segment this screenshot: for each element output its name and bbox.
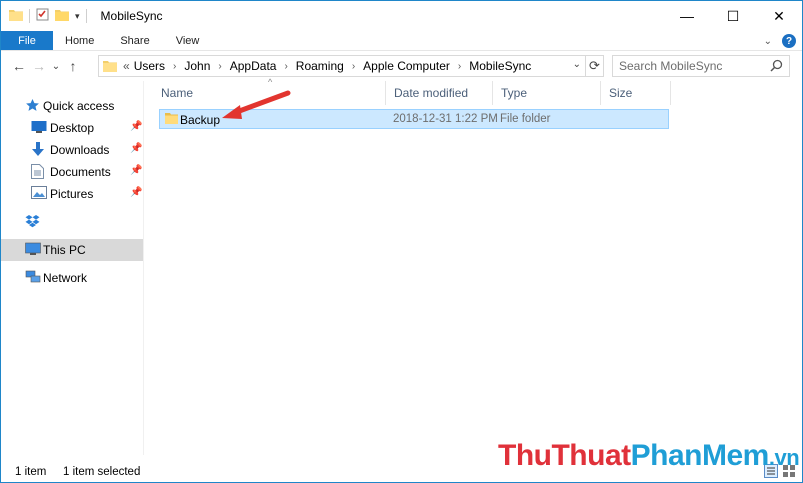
minimize-button[interactable]: —	[664, 1, 710, 31]
recent-locations-button[interactable]: ⌄	[49, 54, 63, 78]
watermark-part: Thu	[498, 439, 552, 472]
pin-icon[interactable]: 📌	[130, 165, 142, 176]
sidebar-item-label: Documents	[50, 165, 111, 179]
sidebar-item-label: This PC	[43, 243, 86, 257]
back-button[interactable]: ←	[9, 54, 29, 78]
pin-icon[interactable]: 📌	[130, 187, 142, 198]
search-box[interactable]	[612, 55, 790, 77]
quick-access-toolbar: ▾	[9, 1, 93, 31]
watermark-part: PhanMem	[630, 439, 770, 472]
window-controls: — ☐ ✕	[664, 1, 802, 31]
close-button[interactable]: ✕	[756, 1, 802, 31]
breadcrumb-appdata[interactable]: AppData	[228, 59, 279, 73]
help-icon[interactable]: ?	[782, 34, 796, 48]
navigation-pane: Quick access Desktop 📌 Downloads 📌 Docum…	[1, 89, 143, 455]
tab-view[interactable]: View	[163, 31, 213, 50]
tab-file[interactable]: File	[1, 31, 53, 50]
toolbar-separator	[29, 9, 30, 23]
chevron-right-icon[interactable]: ›	[278, 61, 293, 72]
breadcrumb-users[interactable]: Users	[132, 59, 167, 73]
sidebar-item-label: Network	[43, 271, 88, 285]
pin-icon[interactable]: 📌	[130, 121, 142, 132]
dropbox-icon	[25, 214, 41, 230]
window-title: MobileSync	[100, 9, 163, 23]
breadcrumb-roaming[interactable]: Roaming	[294, 59, 346, 73]
forward-button[interactable]: →	[29, 54, 49, 78]
customize-toolbar-icon[interactable]: ▾	[75, 11, 80, 22]
folder-icon	[165, 112, 178, 127]
tab-share[interactable]: Share	[107, 31, 162, 50]
column-header-date[interactable]: Date modified	[386, 81, 493, 105]
file-date: 2018-12-31 1:22 PM	[393, 113, 498, 125]
desktop-icon	[31, 120, 47, 136]
folder-icon	[9, 9, 23, 24]
sidebar-item-label: Quick access	[43, 99, 115, 113]
breadcrumb-overflow[interactable]: «	[121, 59, 132, 73]
selection-count: 1 item selected	[63, 466, 141, 478]
chevron-right-icon[interactable]: ›	[212, 61, 227, 72]
chevron-down-icon[interactable]: ⌄	[764, 36, 772, 47]
navigation-bar: ← → ⌄ ↑ « Users › John › AppData › Roami…	[1, 53, 802, 79]
search-input[interactable]	[619, 59, 769, 73]
sidebar-item-label: Desktop	[50, 121, 95, 135]
star-icon	[25, 98, 41, 114]
ribbon-right-controls: ⌄ ?	[764, 32, 796, 50]
watermark-part: .vn	[768, 445, 800, 470]
column-header-size[interactable]: Size	[601, 81, 671, 105]
folder-icon	[103, 60, 117, 72]
pictures-icon	[31, 186, 47, 202]
pin-icon[interactable]: 📌	[130, 143, 142, 154]
search-icon[interactable]	[770, 59, 783, 75]
sidebar-item-network[interactable]: Network	[1, 267, 143, 289]
up-button[interactable]: ↑	[63, 54, 83, 78]
file-name: Backup	[180, 113, 221, 127]
maximize-button[interactable]: ☐	[710, 1, 756, 31]
breadcrumb-apple-computer[interactable]: Apple Computer	[361, 59, 452, 73]
explorer-window: ▾ MobileSync — ☐ ✕ File Home Share View …	[0, 0, 803, 483]
chevron-right-icon[interactable]: ›	[167, 61, 182, 72]
annotation-arrow-icon	[216, 87, 296, 126]
file-type: File folder	[500, 113, 551, 125]
toolbar-separator	[85, 9, 87, 23]
pane-divider[interactable]	[143, 81, 144, 455]
documents-icon	[31, 164, 47, 180]
watermark-part: Thuat	[551, 439, 631, 472]
chevron-right-icon[interactable]: ›	[452, 61, 467, 72]
sidebar-item-label: Downloads	[50, 143, 110, 157]
chevron-right-icon[interactable]: ›	[346, 61, 361, 72]
properties-icon[interactable]	[36, 8, 49, 24]
sidebar-item-label: Pictures	[50, 187, 94, 201]
file-list: ^ Name Date modified Type Size Backup 20…	[153, 77, 673, 441]
breadcrumb-mobilesync[interactable]: MobileSync	[467, 59, 533, 73]
watermark: ThuThuatPhanMem.vn	[498, 439, 800, 473]
this-pc-icon	[25, 242, 41, 258]
column-header-type[interactable]: Type	[493, 81, 601, 105]
sidebar-item-documents[interactable]: Documents 📌	[1, 161, 143, 183]
refresh-button[interactable]: ⟳	[586, 55, 604, 77]
breadcrumb: « Users › John › AppData › Roaming › App…	[121, 59, 533, 73]
address-dropdown-icon[interactable]: ⌄	[573, 59, 581, 70]
sidebar-item-desktop[interactable]: Desktop 📌	[1, 117, 143, 139]
new-folder-icon[interactable]	[55, 9, 69, 24]
sidebar-item-downloads[interactable]: Downloads 📌	[1, 139, 143, 161]
ribbon: File Home Share View ⌄ ?	[1, 31, 802, 51]
address-bar[interactable]: « Users › John › AppData › Roaming › App…	[98, 55, 586, 77]
sidebar-item-dropbox[interactable]	[1, 211, 143, 233]
downloads-icon	[31, 142, 47, 158]
breadcrumb-john[interactable]: John	[182, 59, 212, 73]
sidebar-item-quick-access[interactable]: Quick access	[1, 95, 143, 117]
network-icon	[25, 270, 41, 286]
sidebar-item-pictures[interactable]: Pictures 📌	[1, 183, 143, 205]
item-count: 1 item	[15, 466, 47, 478]
tab-home[interactable]: Home	[53, 31, 107, 50]
title-bar: ▾ MobileSync — ☐ ✕	[1, 1, 802, 31]
sidebar-item-this-pc[interactable]: This PC	[1, 239, 143, 261]
